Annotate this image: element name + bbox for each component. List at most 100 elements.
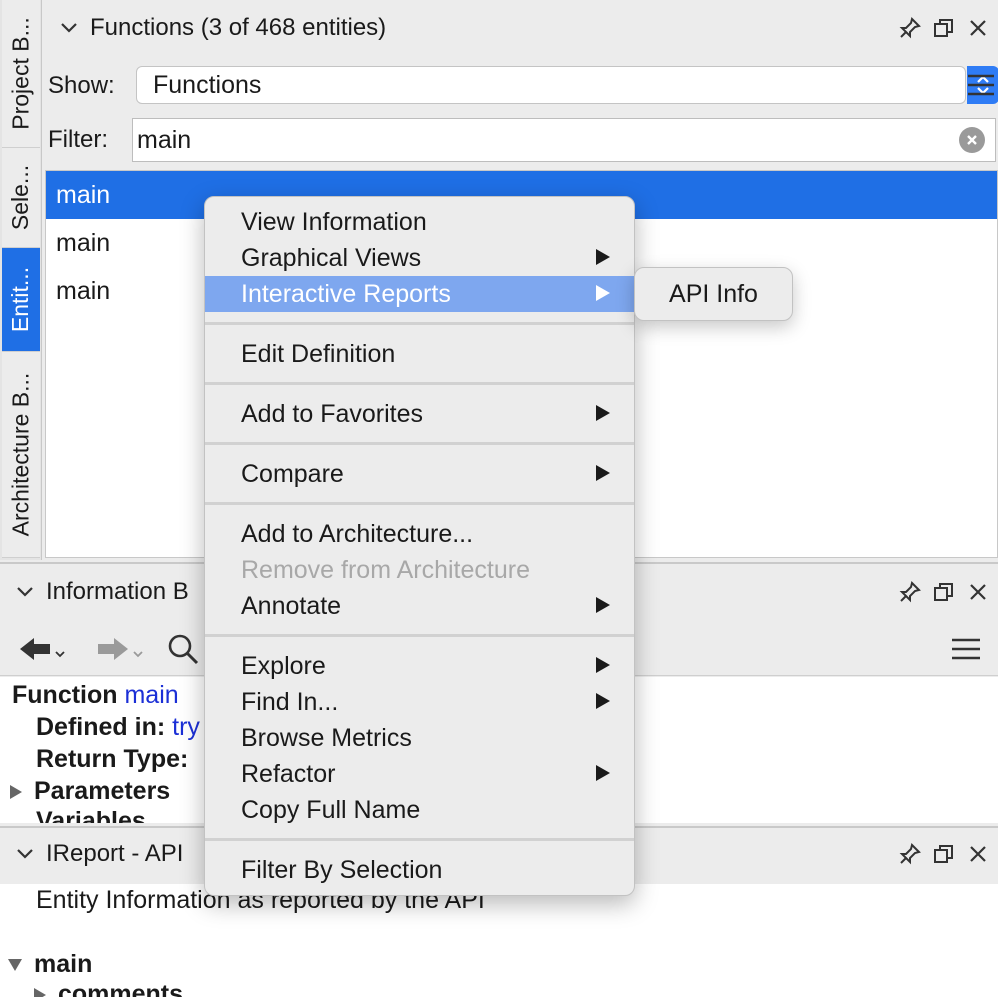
forward-icon[interactable]	[96, 634, 146, 669]
pin-icon[interactable]	[898, 16, 922, 40]
submenu-arrow-icon	[596, 693, 610, 709]
menu-item-remove-from-architecture: Remove from Architecture	[205, 552, 634, 588]
hamburger-menu-icon[interactable]	[950, 636, 982, 667]
submenu-arrow-icon	[596, 285, 610, 301]
menu-item-api-info[interactable]: API Info	[669, 280, 758, 309]
close-icon[interactable]	[966, 842, 990, 866]
show-select-value: Functions	[153, 70, 262, 99]
pin-icon[interactable]	[898, 580, 922, 604]
menu-item-label: Add to Architecture...	[241, 519, 474, 548]
menu-item-label: Explore	[241, 651, 326, 680]
collapse-triangle-icon[interactable]	[6, 957, 24, 973]
menu-item-label: Graphical Views	[241, 243, 422, 272]
tab-label: Sele...	[7, 164, 34, 231]
menu-separator	[205, 442, 634, 445]
tab-selection[interactable]: Sele...	[2, 148, 40, 248]
menu-separator	[205, 382, 634, 385]
variables-label[interactable]: Variables	[36, 807, 146, 823]
menu-item-add-to-architecture[interactable]: Add to Architecture...	[205, 516, 634, 552]
tree-root-row[interactable]: main	[6, 950, 92, 979]
tree-child-label: comments	[58, 980, 184, 997]
menu-item-graphical-views[interactable]: Graphical Views	[205, 240, 634, 276]
tab-label: Project B...	[7, 17, 34, 130]
show-label: Show:	[48, 72, 115, 99]
show-select[interactable]: Functions	[136, 66, 998, 104]
panel-title: Functions (3 of 468 entities)	[90, 14, 387, 41]
float-window-icon[interactable]	[932, 580, 956, 604]
close-icon[interactable]	[966, 16, 990, 40]
show-row: Show: Functions	[48, 62, 998, 110]
menu-item-view-information[interactable]: View Information	[205, 204, 634, 240]
menu-item-label: Remove from Architecture	[241, 555, 530, 584]
clear-filter-icon[interactable]	[959, 127, 985, 153]
filter-row: Filter: main	[48, 116, 998, 164]
pin-icon[interactable]	[898, 842, 922, 866]
menu-item-label: Copy Full Name	[241, 795, 421, 824]
chevron-down-icon[interactable]	[54, 22, 84, 34]
menu-separator	[205, 502, 634, 505]
submenu-arrow-icon	[596, 465, 610, 481]
tab-architecture-browser[interactable]: Architecture B...	[2, 352, 40, 558]
menu-item-find-in[interactable]: Find In...	[205, 684, 634, 720]
defined-in-line: Defined in: try	[36, 713, 200, 742]
function-keyword: Function	[12, 681, 118, 709]
menu-item-label: Annotate	[241, 591, 342, 620]
submenu-arrow-icon	[596, 765, 610, 781]
menu-item-filter-by-selection[interactable]: Filter By Selection	[205, 852, 634, 888]
expand-triangle-icon[interactable]	[32, 986, 48, 997]
close-icon[interactable]	[966, 580, 990, 604]
function-name-link[interactable]: main	[124, 681, 178, 709]
menu-item-label: Refactor	[241, 759, 336, 788]
parameters-line[interactable]: Parameters	[8, 777, 170, 806]
filter-label: Filter:	[48, 126, 108, 153]
menu-item-compare[interactable]: Compare	[205, 456, 634, 492]
panel-title: Information B	[46, 578, 189, 605]
submenu-arrow-icon	[596, 249, 610, 265]
menu-item-copy-full-name[interactable]: Copy Full Name	[205, 792, 634, 828]
tab-project-browser[interactable]: Project B...	[2, 0, 40, 148]
menu-item-label: Find In...	[241, 687, 339, 716]
menu-item-label: View Information	[241, 207, 427, 236]
vertical-tab-strip: Project B... Sele... Entit... Architectu…	[0, 0, 42, 560]
filter-value: main	[137, 125, 192, 154]
menu-item-edit-definition[interactable]: Edit Definition	[205, 336, 634, 372]
submenu-interactive-reports: API Info	[634, 267, 793, 321]
menu-item-interactive-reports[interactable]: Interactive Reports	[205, 276, 634, 312]
chevron-down-icon[interactable]	[10, 848, 40, 860]
float-window-icon[interactable]	[932, 16, 956, 40]
filter-input[interactable]: main	[132, 118, 996, 162]
menu-item-label: Interactive Reports	[241, 279, 451, 308]
back-icon[interactable]	[18, 634, 68, 669]
submenu-arrow-icon	[596, 657, 610, 673]
hamburger-menu-icon[interactable]	[966, 72, 996, 100]
submenu-arrow-icon	[596, 405, 610, 421]
chevron-down-icon[interactable]	[10, 586, 40, 598]
expand-triangle-icon[interactable]	[8, 783, 24, 801]
return-type-label: Return Type:	[36, 745, 189, 773]
tree-root-label: main	[34, 950, 93, 978]
submenu-arrow-icon	[596, 597, 610, 613]
ireport-body: Entity Information as reported by the AP…	[0, 884, 998, 997]
parameters-label: Parameters	[34, 777, 171, 805]
menu-separator	[205, 634, 634, 637]
menu-item-label: Edit Definition	[241, 339, 396, 368]
defined-in-link[interactable]: try	[172, 713, 200, 741]
function-line: Function main	[12, 681, 179, 710]
menu-item-label: Filter By Selection	[241, 855, 443, 884]
panel-title: IReport - API	[46, 840, 184, 867]
functions-panel-header: Functions (3 of 468 entities)	[54, 6, 998, 50]
search-icon[interactable]	[166, 632, 200, 671]
menu-separator	[205, 838, 634, 841]
tab-label: Entit...	[7, 266, 34, 333]
menu-separator	[205, 322, 634, 325]
menu-item-add-to-favorites[interactable]: Add to Favorites	[205, 396, 634, 432]
menu-item-label: Add to Favorites	[241, 399, 424, 428]
menu-item-explore[interactable]: Explore	[205, 648, 634, 684]
menu-item-refactor[interactable]: Refactor	[205, 756, 634, 792]
menu-item-browse-metrics[interactable]: Browse Metrics	[205, 720, 634, 756]
menu-item-annotate[interactable]: Annotate	[205, 588, 634, 624]
context-menu: View Information Graphical Views Interac…	[204, 196, 635, 896]
tab-entity[interactable]: Entit...	[2, 248, 40, 352]
tree-child-row[interactable]: comments	[32, 980, 183, 997]
float-window-icon[interactable]	[932, 842, 956, 866]
